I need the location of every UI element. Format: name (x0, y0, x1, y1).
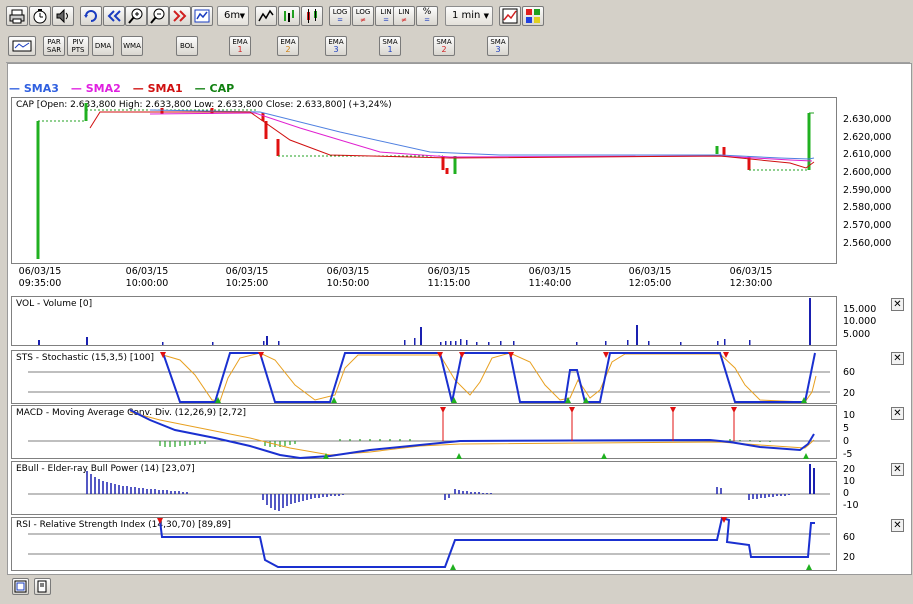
sell-signal-marker (459, 352, 465, 358)
macd-signal-line (129, 411, 815, 456)
sts-k-line (162, 352, 816, 403)
volume-bar (749, 340, 751, 345)
price-plot (36, 103, 815, 259)
volume-bar (466, 340, 468, 345)
volume-bar (724, 339, 726, 345)
rsi-plot (28, 516, 830, 570)
volume-bar (263, 341, 265, 345)
volume-plot (38, 298, 811, 345)
sma3-line (149, 109, 815, 160)
volume-bar (420, 327, 422, 345)
volume-bar (627, 340, 629, 345)
volume-bar (450, 341, 452, 345)
volume-bar (636, 325, 638, 345)
sell-signal-marker (157, 518, 163, 524)
ebull-bars (86, 464, 815, 511)
buy-signal-marker (803, 453, 809, 459)
ebull-plot (28, 464, 830, 511)
volume-bar (460, 339, 462, 345)
buy-signal-marker (806, 564, 812, 570)
buy-signal-marker (601, 453, 607, 459)
macd-line (129, 409, 815, 460)
volume-bar (576, 342, 578, 345)
macd-plot (28, 407, 830, 460)
volume-bar (212, 342, 214, 345)
sell-signal-marker (731, 407, 737, 413)
sell-signal-marker (258, 352, 264, 358)
sma1-line (89, 111, 815, 169)
volume-bar (488, 342, 490, 345)
volume-bar (717, 341, 719, 345)
volume-bar (38, 340, 40, 345)
sell-signal-marker (670, 407, 676, 413)
volume-bar (476, 342, 478, 345)
volume-bar (414, 338, 416, 345)
rsi-line (159, 516, 815, 568)
volume-bar (455, 341, 457, 345)
buy-signal-marker (450, 564, 456, 570)
volume-bar (266, 336, 268, 345)
volume-bar (445, 341, 447, 345)
sell-signal-marker (603, 352, 609, 358)
volume-bar (809, 298, 811, 345)
sts-signal-line (162, 352, 817, 403)
volume-bar (680, 342, 682, 345)
sell-signal-marker (508, 352, 514, 358)
volume-bar (648, 341, 650, 345)
volume-bar (500, 341, 502, 345)
chart-drawings (28, 103, 830, 570)
sell-signal-marker (440, 407, 446, 413)
buy-signal-marker (456, 453, 462, 459)
volume-bar (162, 342, 164, 345)
volume-bar (86, 337, 88, 345)
volume-bar (440, 342, 442, 345)
volume-bar (404, 340, 406, 345)
volume-bar (278, 341, 280, 345)
volume-bar (513, 341, 515, 345)
volume-bar (605, 341, 607, 345)
stochastic-plot (28, 352, 830, 403)
sell-signal-marker (569, 407, 575, 413)
